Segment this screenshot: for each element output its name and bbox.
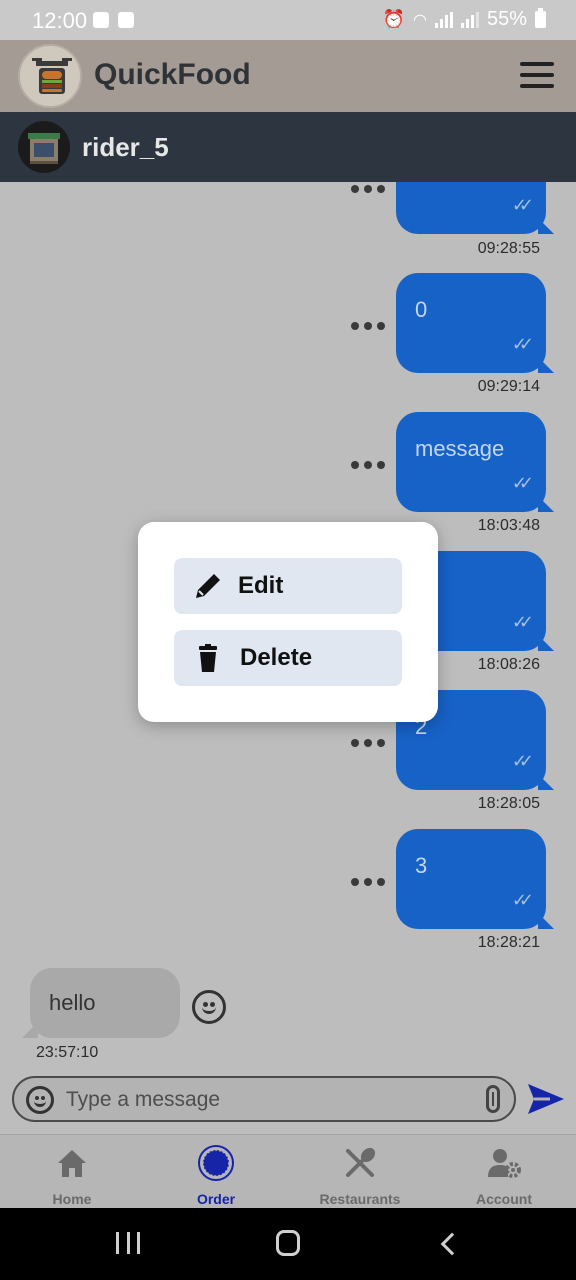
system-navigation-bar: [0, 1208, 576, 1280]
back-icon[interactable]: [440, 1232, 464, 1256]
trash-icon: [192, 642, 224, 674]
delete-label: Delete: [240, 644, 313, 671]
home-button-icon[interactable]: [276, 1230, 300, 1256]
edit-button[interactable]: Edit: [174, 558, 402, 614]
delete-button[interactable]: Delete: [174, 630, 402, 686]
pencil-icon: [192, 570, 224, 602]
edit-label: Edit: [238, 572, 284, 599]
recents-icon[interactable]: [116, 1232, 140, 1254]
message-context-menu: Edit Delete: [138, 522, 438, 722]
